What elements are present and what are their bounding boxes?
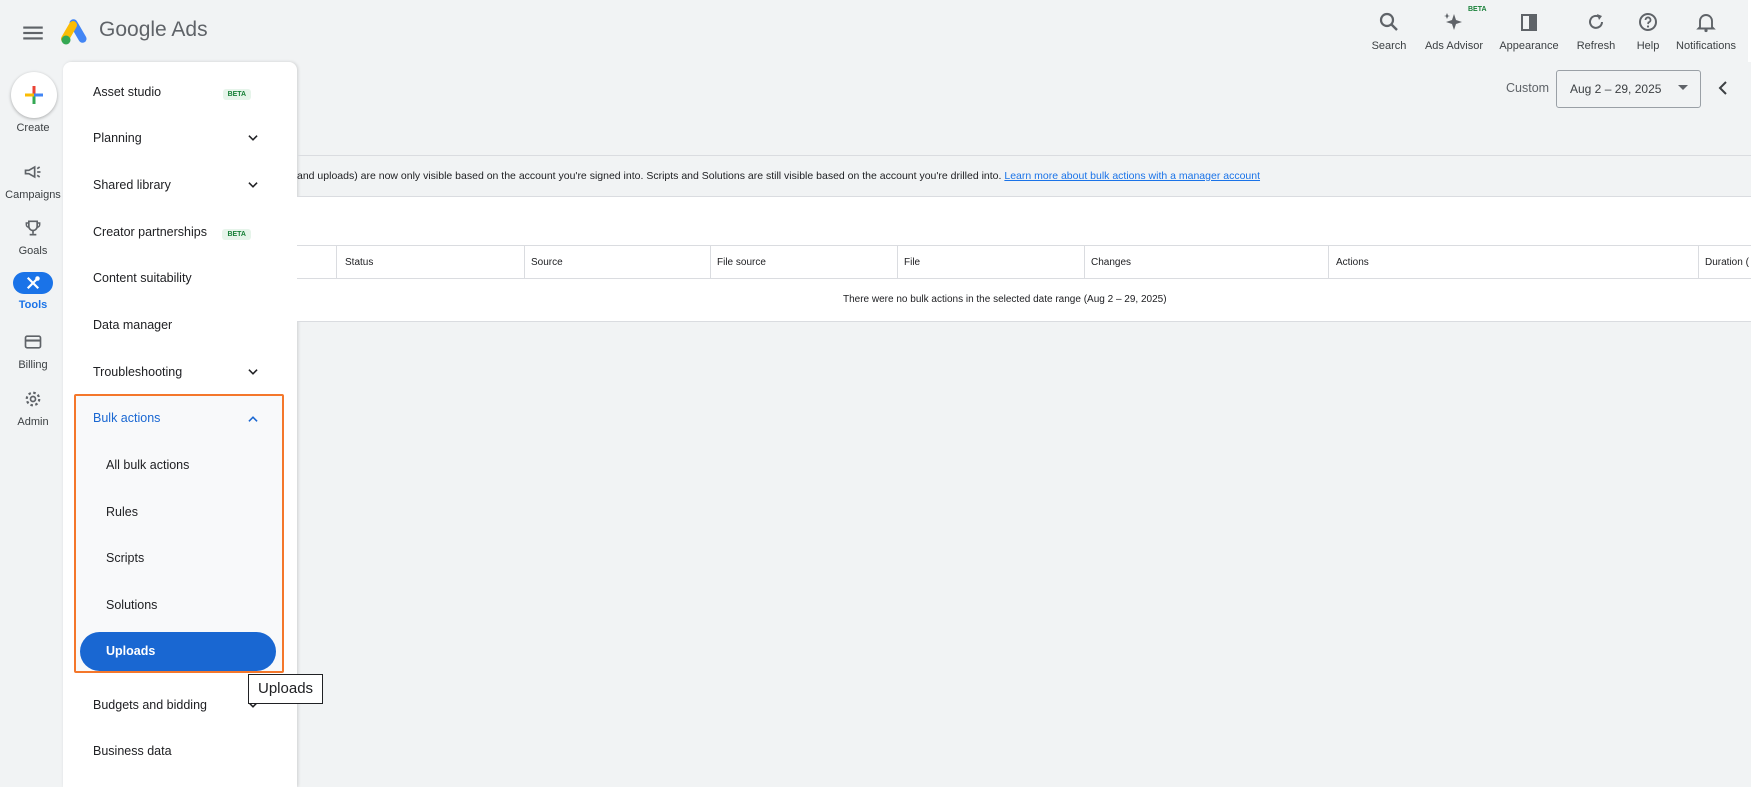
plus-icon (25, 86, 43, 104)
creator-partnerships-beta-badge: BETA (222, 229, 251, 240)
hamburger-menu-icon[interactable] (20, 20, 46, 46)
nav-troubleshooting[interactable]: Troubleshooting (93, 365, 182, 379)
appearance-button[interactable]: Appearance (1491, 8, 1567, 58)
rail-item-admin[interactable]: Admin (0, 389, 66, 428)
rail-item-create[interactable]: Create (0, 120, 66, 134)
chevron-down-icon[interactable] (246, 178, 260, 192)
nav-creator-partnerships[interactable]: Creator partnerships BETA (93, 225, 251, 240)
empty-table-message: There were no bulk actions in the select… (843, 294, 1167, 305)
ads-advisor-label: Ads Advisor (1424, 40, 1484, 52)
nav-solutions[interactable]: Solutions (106, 598, 157, 612)
nav-content-suitability[interactable]: Content suitability (93, 271, 192, 285)
rail-goals-label: Goals (18, 245, 48, 257)
google-ads-logo[interactable] (60, 18, 92, 46)
nav-asset-studio[interactable]: Asset studio BETA (93, 85, 252, 100)
chevron-up-icon[interactable] (246, 412, 260, 426)
refresh-icon (1589, 14, 1603, 29)
trophy-icon (25, 220, 41, 236)
rail-create-label: Create (16, 122, 50, 134)
column-divider (710, 246, 711, 279)
column-divider (897, 246, 898, 279)
tools-active-indicator[interactable] (13, 272, 53, 294)
appearance-label: Appearance (1499, 40, 1559, 52)
uploads-tooltip: Uploads (248, 674, 324, 704)
megaphone-icon (24, 165, 41, 179)
bell-icon (1696, 14, 1716, 33)
rail-campaigns-label: Campaigns (5, 189, 61, 201)
manager-account-notice: and uploads) are now only visible based … (297, 170, 1260, 182)
column-header-file[interactable]: File (904, 257, 920, 268)
column-header-file-source[interactable]: File source (717, 257, 766, 268)
rail-admin-label: Admin (17, 416, 49, 428)
rail-item-tools[interactable]: Tools (0, 297, 66, 311)
nav-bulk-actions[interactable]: Bulk actions (93, 411, 160, 425)
column-header-status[interactable]: Status (345, 257, 373, 268)
column-header-source[interactable]: Source (531, 257, 563, 268)
nav-business-data[interactable]: Business data (93, 744, 172, 758)
column-divider (1698, 246, 1699, 279)
gear-icon (25, 391, 41, 407)
column-divider (524, 246, 525, 279)
nav-budgets-and-bidding[interactable]: Budgets and bidding (93, 698, 207, 712)
chevron-left-icon[interactable] (1716, 79, 1730, 97)
nav-shared-library[interactable]: Shared library (93, 178, 171, 192)
rail-item-campaigns[interactable]: Campaigns (0, 162, 66, 201)
chevron-down-icon[interactable] (246, 365, 260, 379)
nav-all-bulk-actions[interactable]: All bulk actions (106, 458, 189, 472)
appearance-icon (1521, 14, 1537, 31)
column-header-duration[interactable]: Duration ( (1705, 257, 1749, 268)
nav-planning[interactable]: Planning (93, 131, 142, 145)
notice-text: and uploads) are now only visible based … (297, 170, 1005, 182)
search-icon (1379, 12, 1398, 31)
divider (297, 155, 1751, 156)
nav-rules[interactable]: Rules (106, 505, 138, 519)
column-divider (1084, 246, 1085, 279)
brand-name: Google Ads (99, 18, 208, 41)
column-divider (336, 246, 337, 279)
column-divider (1328, 246, 1329, 279)
notifications-label: Notifications (1676, 40, 1736, 52)
create-button[interactable] (11, 72, 57, 118)
rail-item-billing[interactable]: Billing (0, 332, 66, 371)
asset-studio-beta-badge: BETA (222, 89, 252, 100)
learn-more-link[interactable]: Learn more about bulk actions with a man… (1004, 170, 1260, 182)
table-header-row (297, 245, 1751, 279)
rail-item-goals[interactable]: Goals (0, 218, 66, 257)
chevron-down-icon[interactable] (246, 131, 260, 145)
date-range-value: Aug 2 – 29, 2025 (1570, 82, 1662, 96)
column-header-actions[interactable]: Actions (1336, 257, 1369, 268)
date-range-type: Custom (1506, 81, 1550, 95)
ads-advisor-beta-badge: BETA (1468, 6, 1487, 13)
tools-icon (26, 276, 40, 290)
nav-asset-studio-label: Asset studio (93, 85, 162, 99)
rail-tools-label: Tools (18, 299, 48, 311)
help-icon (1639, 13, 1657, 31)
nav-data-manager[interactable]: Data manager (93, 318, 172, 332)
nav-creator-partnerships-label: Creator partnerships (93, 225, 207, 239)
sparkle-icon (1444, 13, 1462, 30)
nav-uploads-label[interactable]: Uploads (106, 644, 155, 658)
column-header-changes[interactable]: Changes (1091, 257, 1131, 268)
rail-billing-label: Billing (18, 359, 48, 371)
ads-advisor-button[interactable]: Ads Advisor (1416, 8, 1492, 58)
card-icon (24, 335, 42, 349)
nav-scripts[interactable]: Scripts (106, 551, 144, 565)
notifications-button[interactable]: Notifications (1668, 8, 1744, 58)
dropdown-caret-icon (1678, 85, 1688, 90)
